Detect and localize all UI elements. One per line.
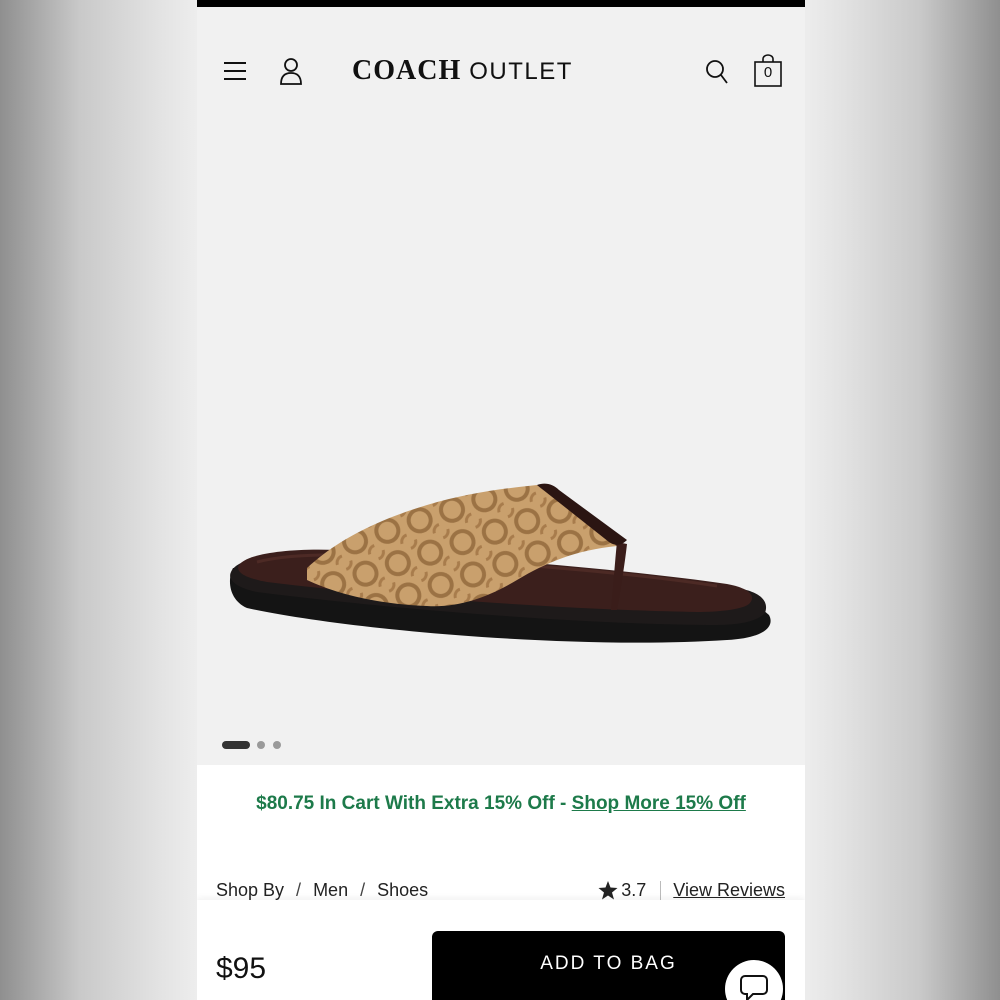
promo-text: $80.75 In Cart With Extra 15% Off -: [256, 793, 572, 814]
breadcrumb-separator: /: [296, 880, 302, 900]
carousel-dot-active[interactable]: [222, 741, 250, 749]
rating-value: 3.7: [621, 880, 647, 900]
brand-logo[interactable]: COACH OUTLET: [352, 55, 573, 89]
carousel-dot[interactable]: [257, 741, 265, 749]
breadcrumb: Shop By / Men / Shoes: [216, 880, 428, 901]
brand-name: COACH: [352, 55, 462, 86]
account-icon[interactable]: [279, 57, 303, 85]
chat-icon: [740, 975, 768, 1000]
product-image[interactable]: [197, 110, 805, 760]
breadcrumb-item[interactable]: Shoes: [377, 880, 428, 900]
promo-link[interactable]: Shop More 15% Off: [572, 793, 746, 814]
bag-count: 0: [763, 64, 773, 81]
breadcrumb-separator: /: [360, 880, 366, 900]
purchase-bar: $95 ADD TO BAG: [197, 900, 805, 1000]
promo-banner: $80.75 In Cart With Extra 15% Off - Shop…: [197, 793, 805, 815]
menu-icon[interactable]: [223, 60, 247, 82]
rating-summary: 3.7 View Reviews: [598, 880, 785, 901]
divider: [660, 880, 662, 901]
breadcrumb-item[interactable]: Men: [313, 880, 348, 900]
product-price: $95: [216, 952, 267, 985]
star-icon: [598, 881, 618, 900]
shopping-bag-button[interactable]: 0: [753, 54, 783, 88]
top-border: [197, 0, 805, 7]
product-page: COACH OUTLET 0 $80.75 In Cart With Extra…: [197, 0, 805, 1000]
brand-suffix: OUTLET: [469, 58, 573, 85]
breadcrumb-item[interactable]: Shop By: [216, 880, 284, 900]
product-info: $80.75 In Cart With Extra 15% Off - Shop…: [197, 765, 805, 905]
carousel-dot[interactable]: [273, 741, 281, 749]
view-reviews-link[interactable]: View Reviews: [673, 880, 785, 901]
search-icon[interactable]: [705, 58, 729, 86]
